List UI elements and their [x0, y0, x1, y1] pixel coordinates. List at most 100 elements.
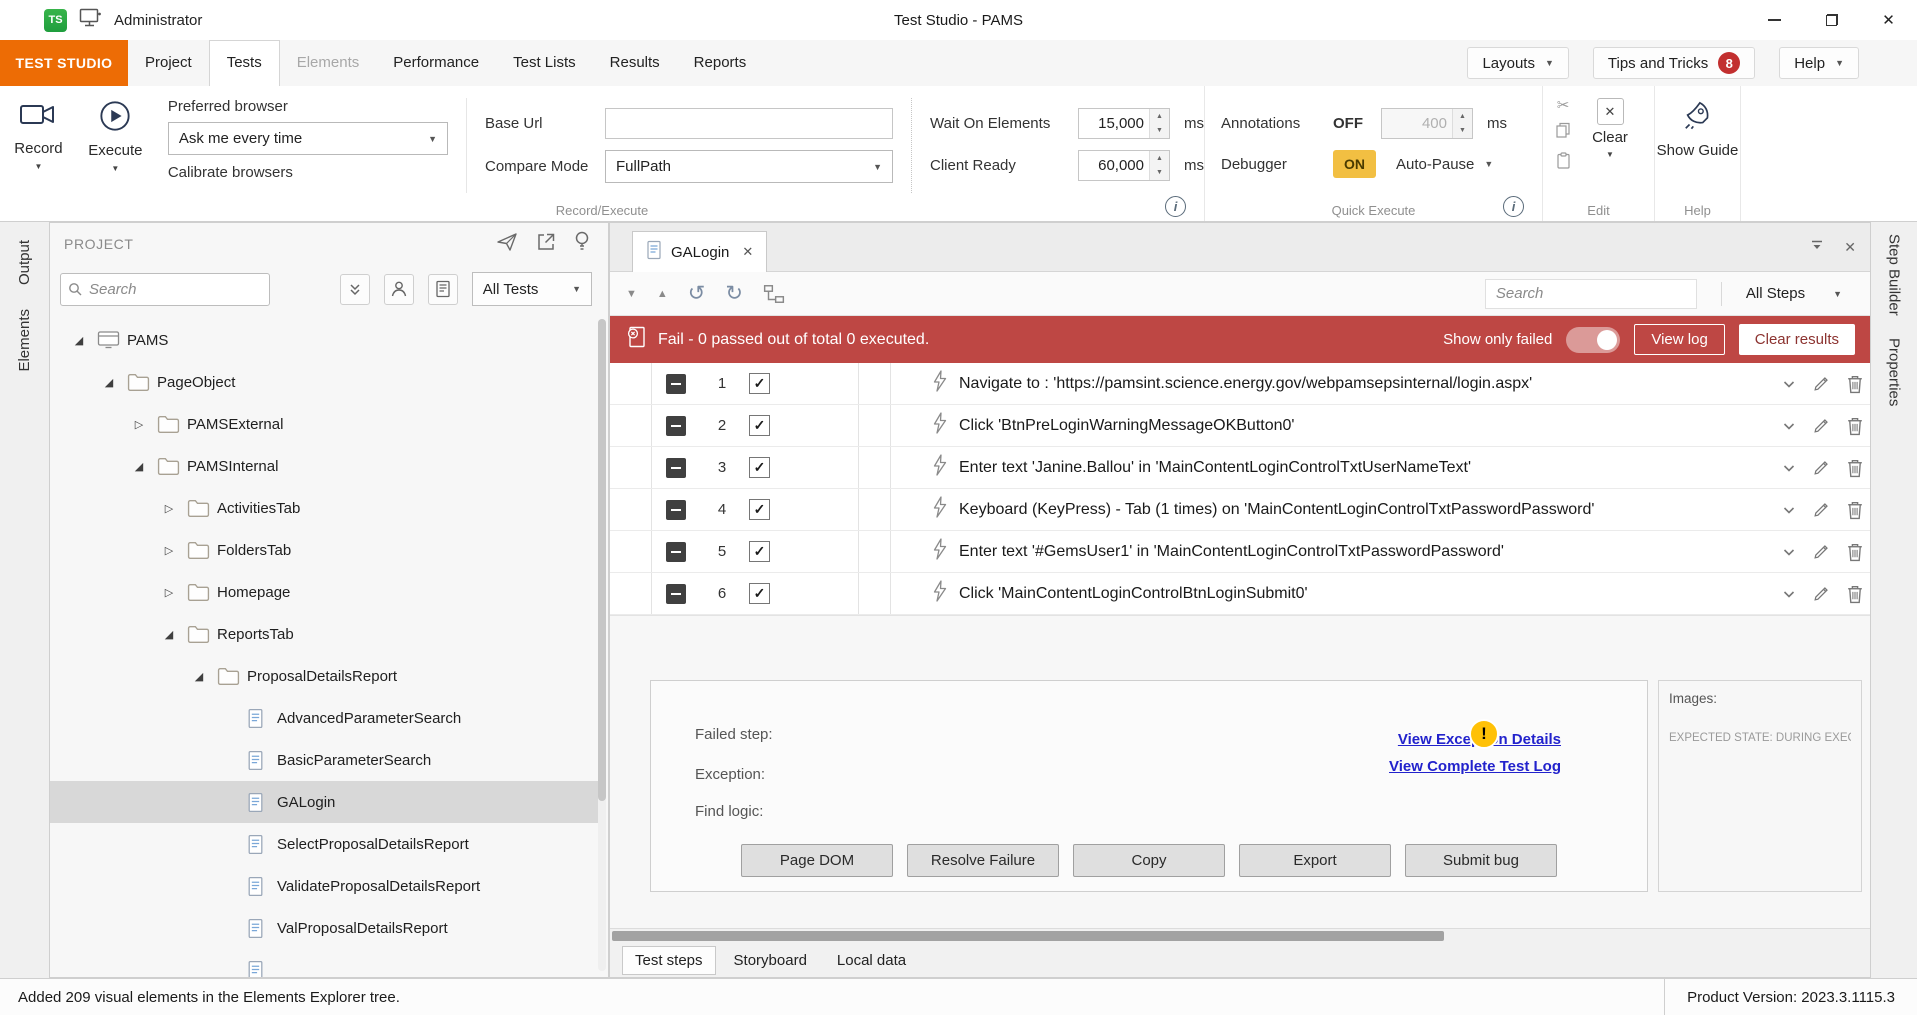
ribbon-tab[interactable]: Reports: [677, 40, 764, 86]
step-enabled-checkbox[interactable]: ✓: [749, 541, 770, 562]
steps-search-input[interactable]: [1485, 279, 1697, 309]
tree-item[interactable]: ◢ ReportsTab: [50, 613, 598, 655]
step-row[interactable]: 5 ✓ Enter text '#GemsUser1' in 'MainCont…: [610, 531, 1870, 573]
step-enabled-checkbox[interactable]: ✓: [749, 583, 770, 604]
step-expand-chevron-icon[interactable]: [1781, 460, 1797, 476]
step-edit-pencil-icon[interactable]: [1812, 584, 1831, 603]
open-external-icon[interactable]: [536, 232, 556, 257]
step-expand-chevron-icon[interactable]: [1781, 376, 1797, 392]
detail-action-button[interactable]: Submit bug: [1405, 844, 1557, 877]
redo-icon[interactable]: ↻: [725, 281, 743, 306]
step-collapse-button[interactable]: [666, 374, 686, 394]
step-row[interactable]: 2 ✓ Click 'BtnPreLoginWarningMessageOKBu…: [610, 405, 1870, 447]
test-studio-menu-button[interactable]: TEST STUDIO: [0, 40, 128, 86]
step-enabled-checkbox[interactable]: ✓: [749, 373, 770, 394]
tree-item[interactable]: ▷ Homepage: [50, 571, 598, 613]
document-tab-galogin[interactable]: GALogin ✕: [632, 231, 767, 272]
tree-expander[interactable]: ◢: [158, 628, 180, 641]
step-expand-chevron-icon[interactable]: [1781, 502, 1797, 518]
tree-scrollbar[interactable]: [598, 319, 606, 971]
tree-item[interactable]: ◢ ProposalDetailsReport: [50, 655, 598, 697]
copy-icon[interactable]: [1555, 122, 1571, 143]
tests-filter-select[interactable]: All Tests ▼: [472, 272, 592, 306]
help-menu-button[interactable]: Help ▼: [1779, 47, 1859, 79]
step-delete-trash-icon[interactable]: [1846, 584, 1864, 604]
clear-button[interactable]: ✕ Clear ▼: [1579, 86, 1641, 159]
ribbon-tab[interactable]: Test Lists: [496, 40, 593, 86]
minimize-button[interactable]: [1746, 0, 1803, 40]
tree-item[interactable]: SelectProposalDetailsReport: [50, 823, 598, 865]
move-step-down-icon[interactable]: ▼: [626, 288, 637, 300]
tree-item[interactable]: ValProposalDetailsReport: [50, 907, 598, 949]
spin-up-icon[interactable]: ▲: [1150, 109, 1169, 124]
step-enabled-checkbox[interactable]: ✓: [749, 457, 770, 478]
step-collapse-button[interactable]: [666, 458, 686, 478]
tree-item[interactable]: ◢ PageObject: [50, 361, 598, 403]
auto-pause-select[interactable]: Auto-Pause ▼: [1396, 156, 1493, 173]
tree-item[interactable]: ◢ PAMS: [50, 319, 598, 361]
step-collapse-button[interactable]: [666, 542, 686, 562]
record-button[interactable]: Record ▼: [0, 86, 77, 171]
scrollbar-thumb[interactable]: [612, 931, 1444, 941]
step-delete-trash-icon[interactable]: [1846, 542, 1864, 562]
horizontal-scrollbar[interactable]: [610, 928, 1870, 943]
view-tab[interactable]: Test steps: [622, 946, 716, 975]
tree-item[interactable]: ▷ PAMSExternal: [50, 403, 598, 445]
step-expand-chevron-icon[interactable]: [1781, 418, 1797, 434]
step-enabled-checkbox[interactable]: ✓: [749, 499, 770, 520]
debugger-state-badge[interactable]: ON: [1333, 150, 1376, 178]
step-collapse-button[interactable]: [666, 416, 686, 436]
window-list-icon[interactable]: [1810, 239, 1824, 255]
tree-item[interactable]: ▷ FoldersTab: [50, 529, 598, 571]
paste-icon[interactable]: [1556, 152, 1571, 174]
tips-and-tricks-button[interactable]: Tips and Tricks 8: [1593, 47, 1755, 79]
step-row[interactable]: 3 ✓ Enter text 'Janine.Ballou' in 'MainC…: [610, 447, 1870, 489]
tree-item[interactable]: GALogin: [50, 781, 598, 823]
scrollbar-thumb[interactable]: [598, 319, 606, 801]
detail-action-button[interactable]: Resolve Failure: [907, 844, 1059, 877]
clear-results-button[interactable]: Clear results: [1739, 324, 1855, 355]
list-view-icon[interactable]: [428, 274, 458, 305]
restore-button[interactable]: [1803, 0, 1860, 40]
tree-expander[interactable]: ◢: [68, 334, 90, 347]
cut-icon[interactable]: ✂: [1557, 98, 1570, 113]
ribbon-tab[interactable]: Elements: [280, 40, 377, 86]
view-tab[interactable]: Storyboard: [722, 947, 819, 974]
side-tab[interactable]: Elements: [16, 309, 33, 372]
view-log-button[interactable]: View log: [1634, 324, 1724, 355]
step-expand-chevron-icon[interactable]: [1781, 586, 1797, 602]
layouts-button[interactable]: Layouts ▼: [1467, 47, 1568, 79]
close-button[interactable]: ✕: [1860, 0, 1917, 40]
tree-item[interactable]: ▷ ActivitiesTab: [50, 487, 598, 529]
view-complete-test-log-link[interactable]: View Complete Test Log: [1389, 758, 1561, 775]
project-search-input[interactable]: [60, 273, 270, 306]
step-row[interactable]: 1 ✓ Navigate to : 'https://pamsint.scien…: [610, 363, 1870, 405]
base-url-input[interactable]: [605, 108, 893, 139]
step-edit-pencil-icon[interactable]: [1812, 500, 1831, 519]
ribbon-tab[interactable]: Tests: [209, 40, 280, 86]
detail-action-button[interactable]: Page DOM: [741, 844, 893, 877]
spin-up-icon[interactable]: ▲: [1150, 151, 1169, 166]
ribbon-tab[interactable]: Performance: [376, 40, 496, 86]
step-collapse-button[interactable]: [666, 584, 686, 604]
detail-action-button[interactable]: Export: [1239, 844, 1391, 877]
spin-down-icon[interactable]: ▼: [1150, 124, 1169, 139]
tab-close-icon[interactable]: ✕: [742, 244, 753, 260]
step-edit-pencil-icon[interactable]: [1812, 374, 1831, 393]
wait-on-elements-stepper[interactable]: ▲▼: [1078, 108, 1170, 139]
show-guide-button[interactable]: Show Guide: [1655, 86, 1740, 161]
annotations-state[interactable]: OFF: [1333, 115, 1363, 132]
side-tab[interactable]: Step Builder: [1886, 234, 1903, 316]
execute-button[interactable]: Execute ▼: [77, 86, 154, 173]
launch-icon[interactable]: [496, 231, 518, 258]
preferred-browser-select[interactable]: Ask me every time ▼: [168, 122, 448, 155]
close-pane-icon[interactable]: ✕: [1844, 239, 1856, 256]
step-collapse-button[interactable]: [666, 500, 686, 520]
tree-item[interactable]: BasicParameterSearch: [50, 739, 598, 781]
steps-filter-select[interactable]: All Steps ▼: [1746, 285, 1842, 302]
compare-mode-select[interactable]: FullPath ▼: [605, 150, 893, 183]
tree-expander[interactable]: ◢: [188, 670, 210, 683]
step-row[interactable]: 6 ✓ Click 'MainContentLoginControlBtnLog…: [610, 573, 1870, 615]
step-edit-pencil-icon[interactable]: [1812, 458, 1831, 477]
step-row[interactable]: 4 ✓ Keyboard (KeyPress) - Tab (1 times) …: [610, 489, 1870, 531]
